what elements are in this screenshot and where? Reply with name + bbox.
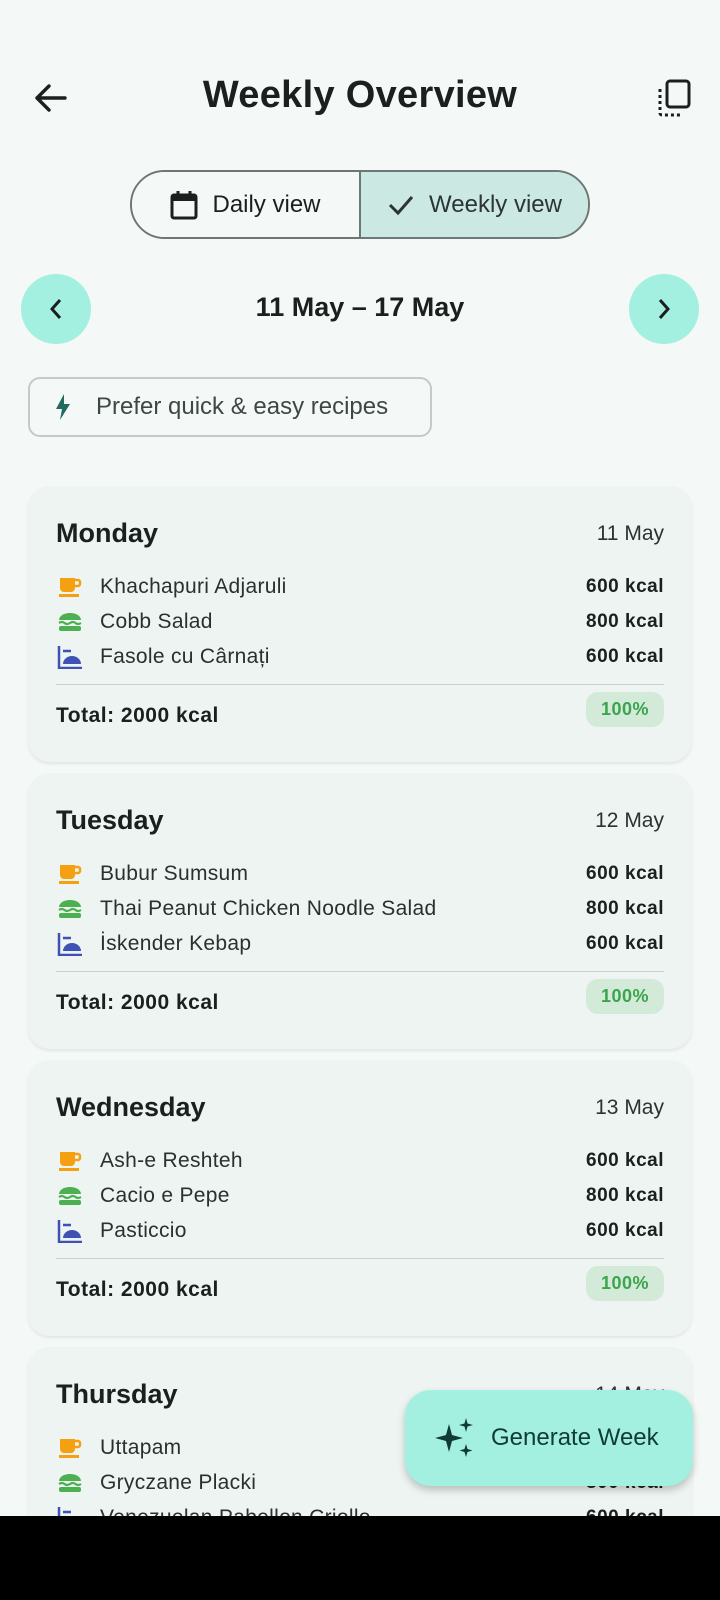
day-date: 11 May	[596, 522, 664, 545]
check-icon	[388, 195, 414, 215]
bolt-icon	[56, 394, 70, 420]
meal-row[interactable]: Bubur Sumsum 600 kcal	[56, 859, 664, 889]
meal-name: Thai Peanut Chicken Noodle Salad	[100, 897, 437, 920]
day-percent-badge: 100%	[586, 692, 664, 727]
day-date: 12 May	[595, 809, 664, 832]
day-card-monday[interactable]: Monday 11 May Khachapuri Adjaruli 600 kcal C…	[28, 486, 692, 762]
top-app-bar: Weekly Overview	[0, 60, 720, 136]
meal-row[interactable]: İskender Kebap 600 kcal	[56, 929, 664, 959]
calendar-icon	[170, 190, 198, 219]
weekly-overview-screen: Weekly Overview Daily view Weekly view 1…	[0, 0, 720, 1516]
meal-name: Venezuelan Pabellon Criollo	[100, 1506, 371, 1516]
meal-kcal: 600 kcal	[586, 1150, 664, 1171]
meal-name: Khachapuri Adjaruli	[100, 575, 287, 598]
meal-name: Cobb Salad	[100, 610, 213, 633]
meal-row[interactable]: Fasole cu Cârnați 600 kcal	[56, 642, 664, 672]
copy-icon	[658, 79, 691, 117]
meal-name: Fasole cu Cârnați	[100, 645, 270, 668]
day-card-wednesday[interactable]: Wednesday 13 May Ash-e Reshteh 600 kcal Caci…	[28, 1060, 692, 1336]
divider	[56, 1258, 664, 1259]
breakfast-cup-icon	[56, 1148, 84, 1174]
meal-kcal: 600 kcal	[586, 1220, 664, 1241]
lunch-burger-icon	[56, 609, 84, 635]
breakfast-cup-icon	[56, 574, 84, 600]
sparkles-icon	[435, 1418, 473, 1457]
meal-row[interactable]: Khachapuri Adjaruli 600 kcal	[56, 572, 664, 602]
day-total: Total: 2000 kcal	[56, 704, 219, 727]
lunch-burger-icon	[56, 1183, 84, 1209]
day-percent-badge: 100%	[586, 1266, 664, 1301]
next-week-button[interactable]	[629, 274, 699, 344]
daily-view-button[interactable]: Daily view	[132, 172, 361, 237]
meal-name: Pasticcio	[100, 1219, 187, 1242]
meal-row[interactable]: Ash-e Reshteh 600 kcal	[56, 1146, 664, 1176]
meal-kcal: 600 kcal	[586, 1507, 664, 1516]
meal-name: Cacio e Pepe	[100, 1184, 230, 1207]
breakfast-cup-icon	[56, 1435, 84, 1461]
week-range-label: 11 May – 17 May	[255, 292, 465, 322]
week-navigation: 11 May – 17 May	[0, 274, 720, 344]
meal-kcal: 800 kcal	[586, 1185, 664, 1206]
meal-kcal: 600 kcal	[586, 576, 664, 597]
dinner-dish-icon	[56, 644, 84, 670]
copy-week-button[interactable]	[650, 74, 698, 122]
meal-row[interactable]: Thai Peanut Chicken Noodle Salad 800 kcal	[56, 894, 664, 924]
meal-name: Gryczane Placki	[100, 1471, 257, 1494]
day-date: 13 May	[595, 1096, 664, 1119]
view-toggle: Daily view Weekly view	[130, 170, 590, 239]
day-total: Total: 2000 kcal	[56, 1278, 219, 1301]
divider	[56, 684, 664, 685]
meal-name: Ash-e Reshteh	[100, 1149, 243, 1172]
meal-row[interactable]: Cobb Salad 800 kcal	[56, 607, 664, 637]
meal-kcal: 800 kcal	[586, 898, 664, 919]
day-total: Total: 2000 kcal	[56, 991, 219, 1014]
system-navigation-bar	[0, 1516, 720, 1600]
meal-row[interactable]: Cacio e Pepe 800 kcal	[56, 1181, 664, 1211]
lunch-burger-icon	[56, 1470, 84, 1496]
dinner-dish-icon	[56, 931, 84, 957]
lunch-burger-icon	[56, 896, 84, 922]
chevron-right-icon	[658, 299, 671, 319]
weekly-view-label: Weekly view	[429, 190, 562, 218]
divider	[56, 971, 664, 972]
dinner-dish-icon	[56, 1218, 84, 1244]
chip-label: Prefer quick & easy recipes	[96, 393, 389, 420]
day-name: Wednesday	[56, 1092, 206, 1122]
meal-row[interactable]: Pasticcio 600 kcal	[56, 1216, 664, 1246]
meal-kcal: 600 kcal	[586, 933, 664, 954]
day-card-tuesday[interactable]: Tuesday 12 May Bubur Sumsum 600 kcal Thai Pe…	[28, 773, 692, 1049]
meal-name: İskender Kebap	[100, 932, 252, 955]
meal-row[interactable]: Venezuelan Pabellon Criollo 600 kcal	[56, 1503, 664, 1516]
meal-name: Bubur Sumsum	[100, 862, 249, 885]
weekly-view-button[interactable]: Weekly view	[361, 172, 588, 237]
generate-week-label: Generate Week	[491, 1424, 659, 1451]
dinner-dish-icon	[56, 1505, 84, 1516]
meal-name: Uttapam	[100, 1436, 182, 1459]
quick-recipes-chip[interactable]: Prefer quick & easy recipes	[28, 377, 432, 437]
day-name: Monday	[56, 518, 159, 548]
meal-kcal: 800 kcal	[586, 611, 664, 632]
generate-week-button[interactable]: Generate Week	[405, 1390, 693, 1486]
page-title: Weekly Overview	[202, 74, 518, 116]
breakfast-cup-icon	[56, 861, 84, 887]
day-name: Thursday	[56, 1379, 178, 1409]
day-name: Tuesday	[56, 805, 164, 835]
meal-kcal: 600 kcal	[586, 646, 664, 667]
day-percent-badge: 100%	[586, 979, 664, 1014]
daily-view-label: Daily view	[212, 190, 321, 218]
meal-kcal: 600 kcal	[586, 863, 664, 884]
